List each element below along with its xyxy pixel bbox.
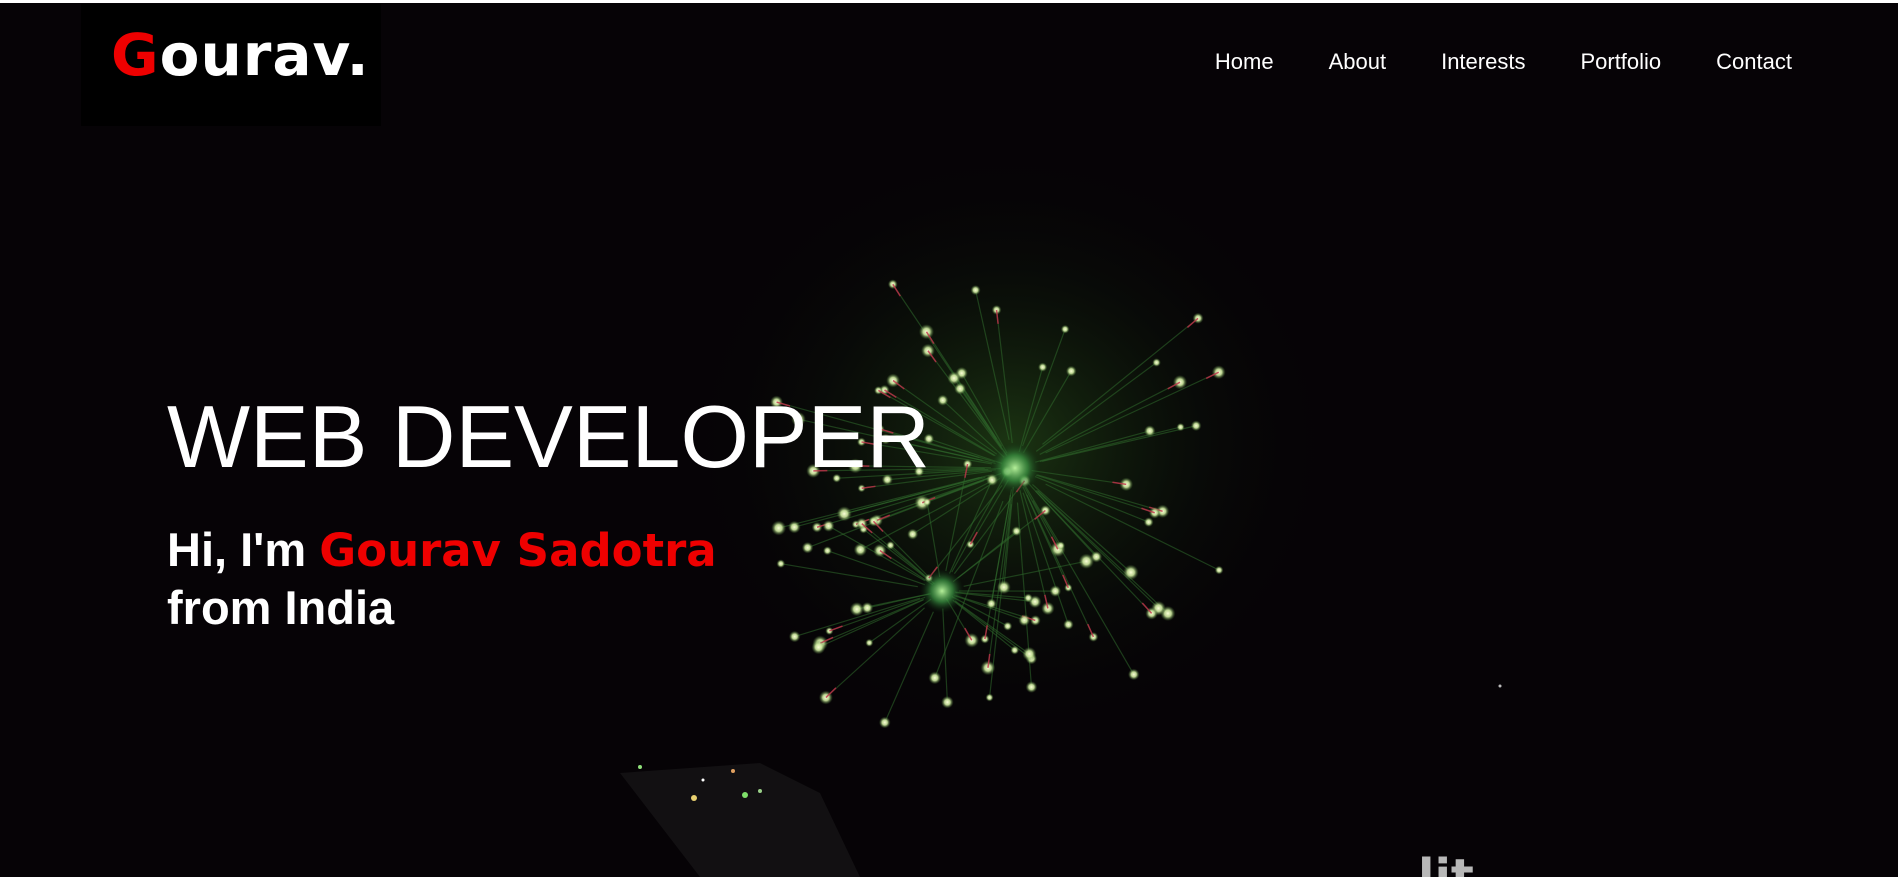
firework-spark [1049,585,1062,597]
firework-spark [865,638,874,647]
nav-about-link[interactable]: About [1329,51,1387,73]
firework-spark [1143,517,1154,528]
firework-spark [886,540,895,550]
firework-spark [788,630,801,643]
hero-name: Gourav Sadotra [319,524,717,577]
firework-spark [776,559,786,569]
firework-spark [1056,541,1066,550]
firework-spark [937,394,949,406]
firework-spark [1060,324,1070,334]
firework-spark [1041,601,1055,616]
firework-spark [1065,365,1077,377]
firework-spark [1144,425,1156,437]
firework-spark [1176,422,1185,432]
firework-spark [1190,420,1202,432]
firework-spark [771,520,787,536]
hero-section: Gourav. Home About Interests Portfolio C… [0,3,1898,877]
firework-spark [1010,645,1020,655]
firework-spark [801,541,814,554]
nav-portfolio-link[interactable]: Portfolio [1580,51,1661,73]
firework-spark [1211,365,1226,380]
hero-title: WEB DEVELOPER [167,387,930,486]
firework-spark [1023,593,1033,603]
hero-greeting-line: Hi, I'm Gourav Sadotra [167,521,717,579]
firework-spark [941,695,954,709]
hero-subtitle: Hi, I'm Gourav Sadotra from India [167,521,717,636]
firework-spark [947,371,961,385]
firework-spark [1018,614,1031,627]
firework-spark [1025,681,1038,693]
firework-spark [849,602,864,617]
firework-spark [1214,565,1224,575]
hero-greeting: Hi, I'm [167,523,307,576]
hero-origin: from India [167,581,395,634]
firework-spark [788,520,801,534]
firework-spark [996,580,1011,595]
firework-spark [836,506,852,522]
partial-overlay-text: lit [1418,849,1474,877]
firework-spark [878,716,891,729]
nav-contact-link[interactable]: Contact [1716,51,1792,73]
nav-interests-link[interactable]: Interests [1441,51,1525,73]
firework-spark [1022,646,1037,661]
site-logo[interactable]: Gourav. [111,26,370,84]
firework-spark [928,671,942,685]
firework-spark [822,519,835,532]
firework-spark [1037,362,1048,372]
firework-spark [970,285,981,296]
firework-spark [1063,619,1074,630]
firework-spark [1152,358,1161,367]
firework-spark [966,540,975,549]
firework-spark [1003,621,1013,631]
firework-spark [985,693,994,702]
logo-box[interactable]: Gourav. [81,4,381,126]
firework-spark [1123,564,1139,581]
firework-spark [853,542,868,557]
firework-spark [1078,553,1095,569]
nav-home-link[interactable]: Home [1215,51,1274,73]
firework-spark [822,546,832,556]
firework-spark [922,497,932,507]
logo-rest: ourav. [159,21,370,89]
firework-spark [1011,526,1022,537]
firework-spark [1128,668,1140,681]
main-nav: Home About Interests Portfolio Contact [1215,51,1792,73]
firework-spark [986,598,997,610]
firework-spark [907,528,919,540]
firework-spark [811,640,826,655]
logo-initial: G [111,21,160,89]
